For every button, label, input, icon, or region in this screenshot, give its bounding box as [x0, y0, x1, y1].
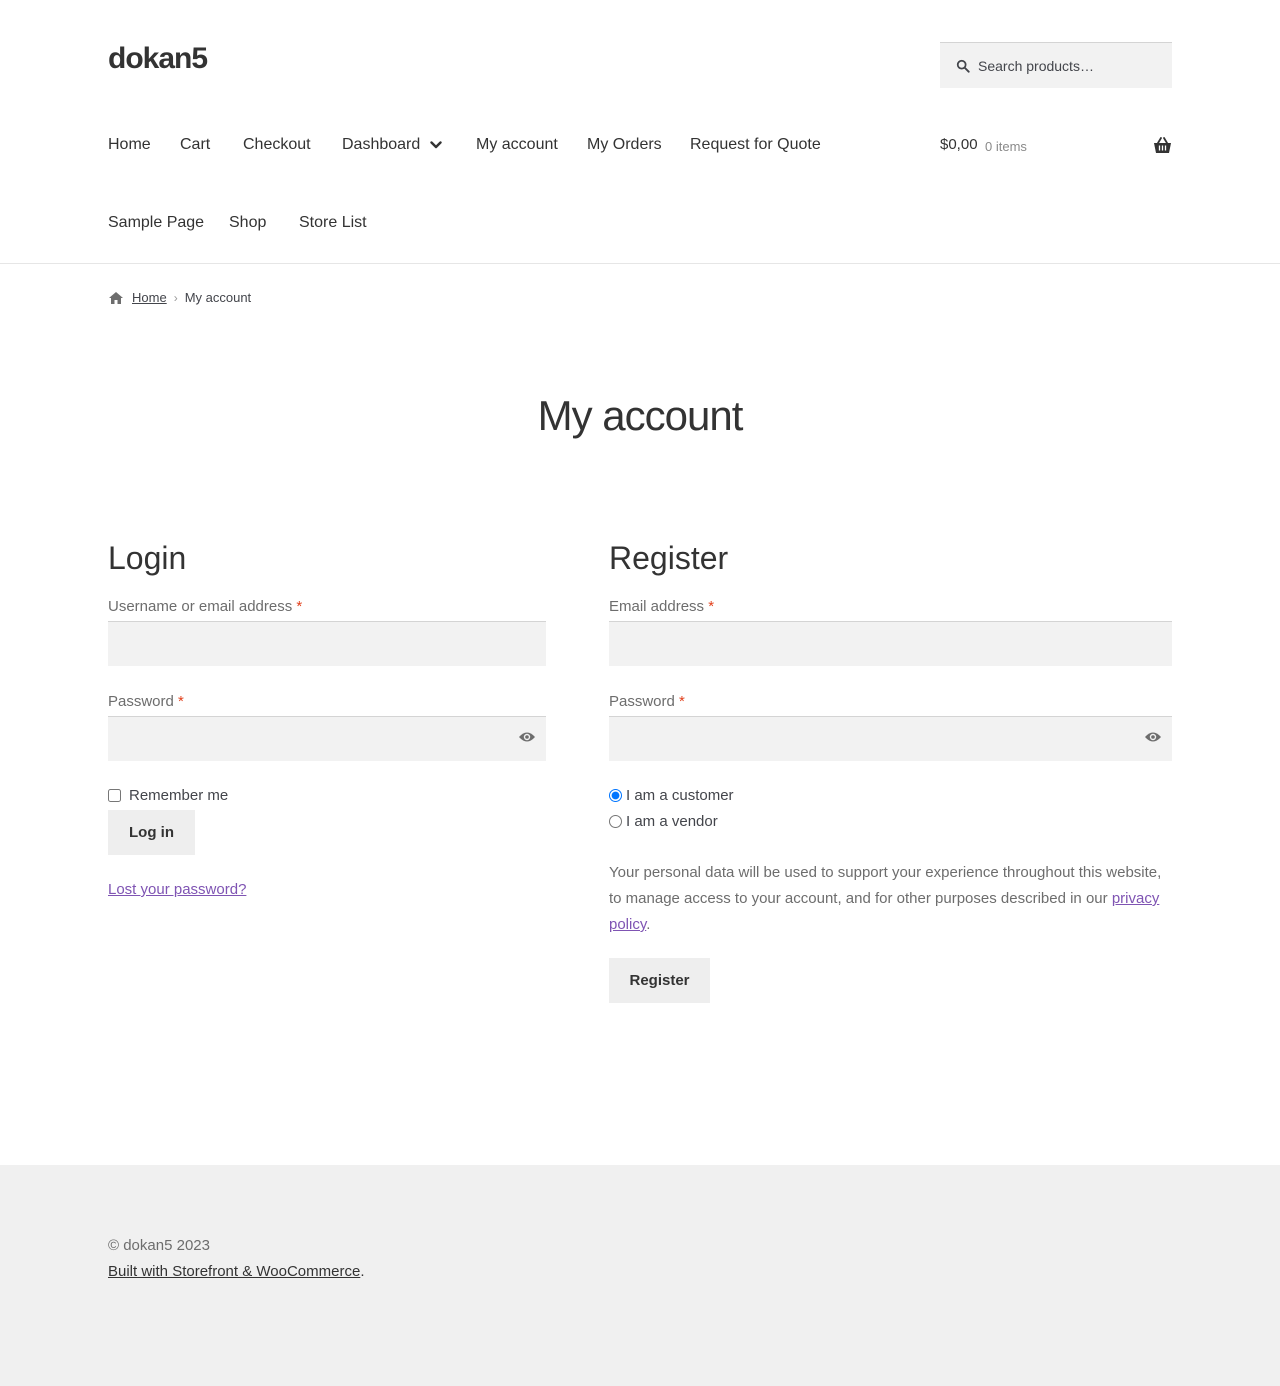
nav-item-checkout[interactable]: Checkout — [243, 136, 311, 154]
breadcrumb-current: My account — [184, 290, 252, 305]
remember-me-row[interactable]: Remember me — [108, 787, 228, 804]
header-divider — [0, 263, 1280, 264]
role-vendor-row[interactable]: I am a vendor — [609, 813, 718, 830]
username-field[interactable] — [108, 622, 546, 666]
lost-password-link[interactable]: Lost your password? — [108, 881, 246, 898]
role-customer-radio[interactable] — [609, 789, 622, 802]
register-button[interactable]: Register — [609, 958, 710, 1003]
login-button[interactable]: Log in — [108, 810, 195, 855]
login-password-field-wrap — [108, 716, 546, 761]
email-label: Email address * — [609, 598, 715, 615]
register-title: Register — [609, 540, 729, 576]
role-vendor-label: I am a vendor — [626, 813, 718, 830]
remember-me-checkbox[interactable] — [108, 789, 121, 802]
nav-item-dashboard-label: Dashboard — [342, 136, 421, 153]
register-password-field-wrap — [609, 716, 1172, 761]
login-password-label: Password * — [108, 693, 184, 710]
site-footer: © dokan5 2023 Built with Storefront & Wo… — [0, 1165, 1280, 1386]
username-label: Username or email address * — [108, 598, 303, 615]
search-box[interactable] — [940, 42, 1172, 88]
copyright: © dokan5 2023 — [108, 1237, 210, 1254]
required-mark: * — [708, 598, 715, 615]
role-vendor-radio[interactable] — [609, 815, 622, 828]
nav-item-my-orders[interactable]: My Orders — [587, 136, 662, 154]
role-customer-label: I am a customer — [626, 787, 734, 804]
home-icon — [109, 291, 123, 304]
eye-icon[interactable] — [1144, 731, 1162, 743]
breadcrumb-home-link[interactable]: Home — [132, 290, 167, 305]
cart-total[interactable]: $0,00 — [940, 136, 978, 153]
nav-item-dashboard[interactable]: Dashboard — [342, 136, 442, 154]
login-title: Login — [108, 540, 187, 576]
username-field-wrap — [108, 621, 546, 666]
built-with: Built with Storefront & WooCommerce. — [108, 1263, 365, 1280]
required-mark: * — [296, 598, 303, 615]
built-with-link[interactable]: Built with Storefront & WooCommerce — [108, 1263, 360, 1280]
cart-count[interactable]: 0 items — [985, 139, 1027, 154]
nav-item-shop[interactable]: Shop — [229, 214, 266, 232]
site-title[interactable]: dokan5 — [108, 42, 208, 76]
email-field[interactable] — [609, 622, 1172, 666]
role-customer-row[interactable]: I am a customer — [609, 787, 734, 804]
nav-item-home[interactable]: Home — [108, 136, 151, 154]
register-password-label: Password * — [609, 693, 685, 710]
login-password-field[interactable] — [108, 717, 546, 761]
nav-item-cart[interactable]: Cart — [180, 136, 210, 154]
register-password-field[interactable] — [609, 717, 1172, 761]
basket-icon[interactable] — [1153, 137, 1172, 154]
nav-item-my-account[interactable]: My account — [476, 136, 558, 154]
nav-item-request-for-quote[interactable]: Request for Quote — [690, 136, 821, 154]
chevron-down-icon[interactable] — [430, 140, 442, 150]
search-input[interactable] — [978, 57, 1158, 74]
remember-me-label: Remember me — [129, 787, 229, 804]
eye-icon[interactable] — [518, 731, 536, 743]
required-mark: * — [679, 693, 685, 710]
breadcrumb: Home › My account — [108, 290, 251, 305]
privacy-notice: Your personal data will be used to suppo… — [609, 864, 1162, 933]
page-title: My account — [537, 392, 744, 439]
nav-item-store-list[interactable]: Store List — [299, 214, 367, 232]
search-icon — [956, 59, 970, 73]
required-mark: * — [178, 693, 184, 710]
nav-item-sample-page[interactable]: Sample Page — [108, 214, 204, 232]
chevron-right-icon: › — [173, 290, 178, 305]
email-field-wrap — [609, 621, 1172, 666]
